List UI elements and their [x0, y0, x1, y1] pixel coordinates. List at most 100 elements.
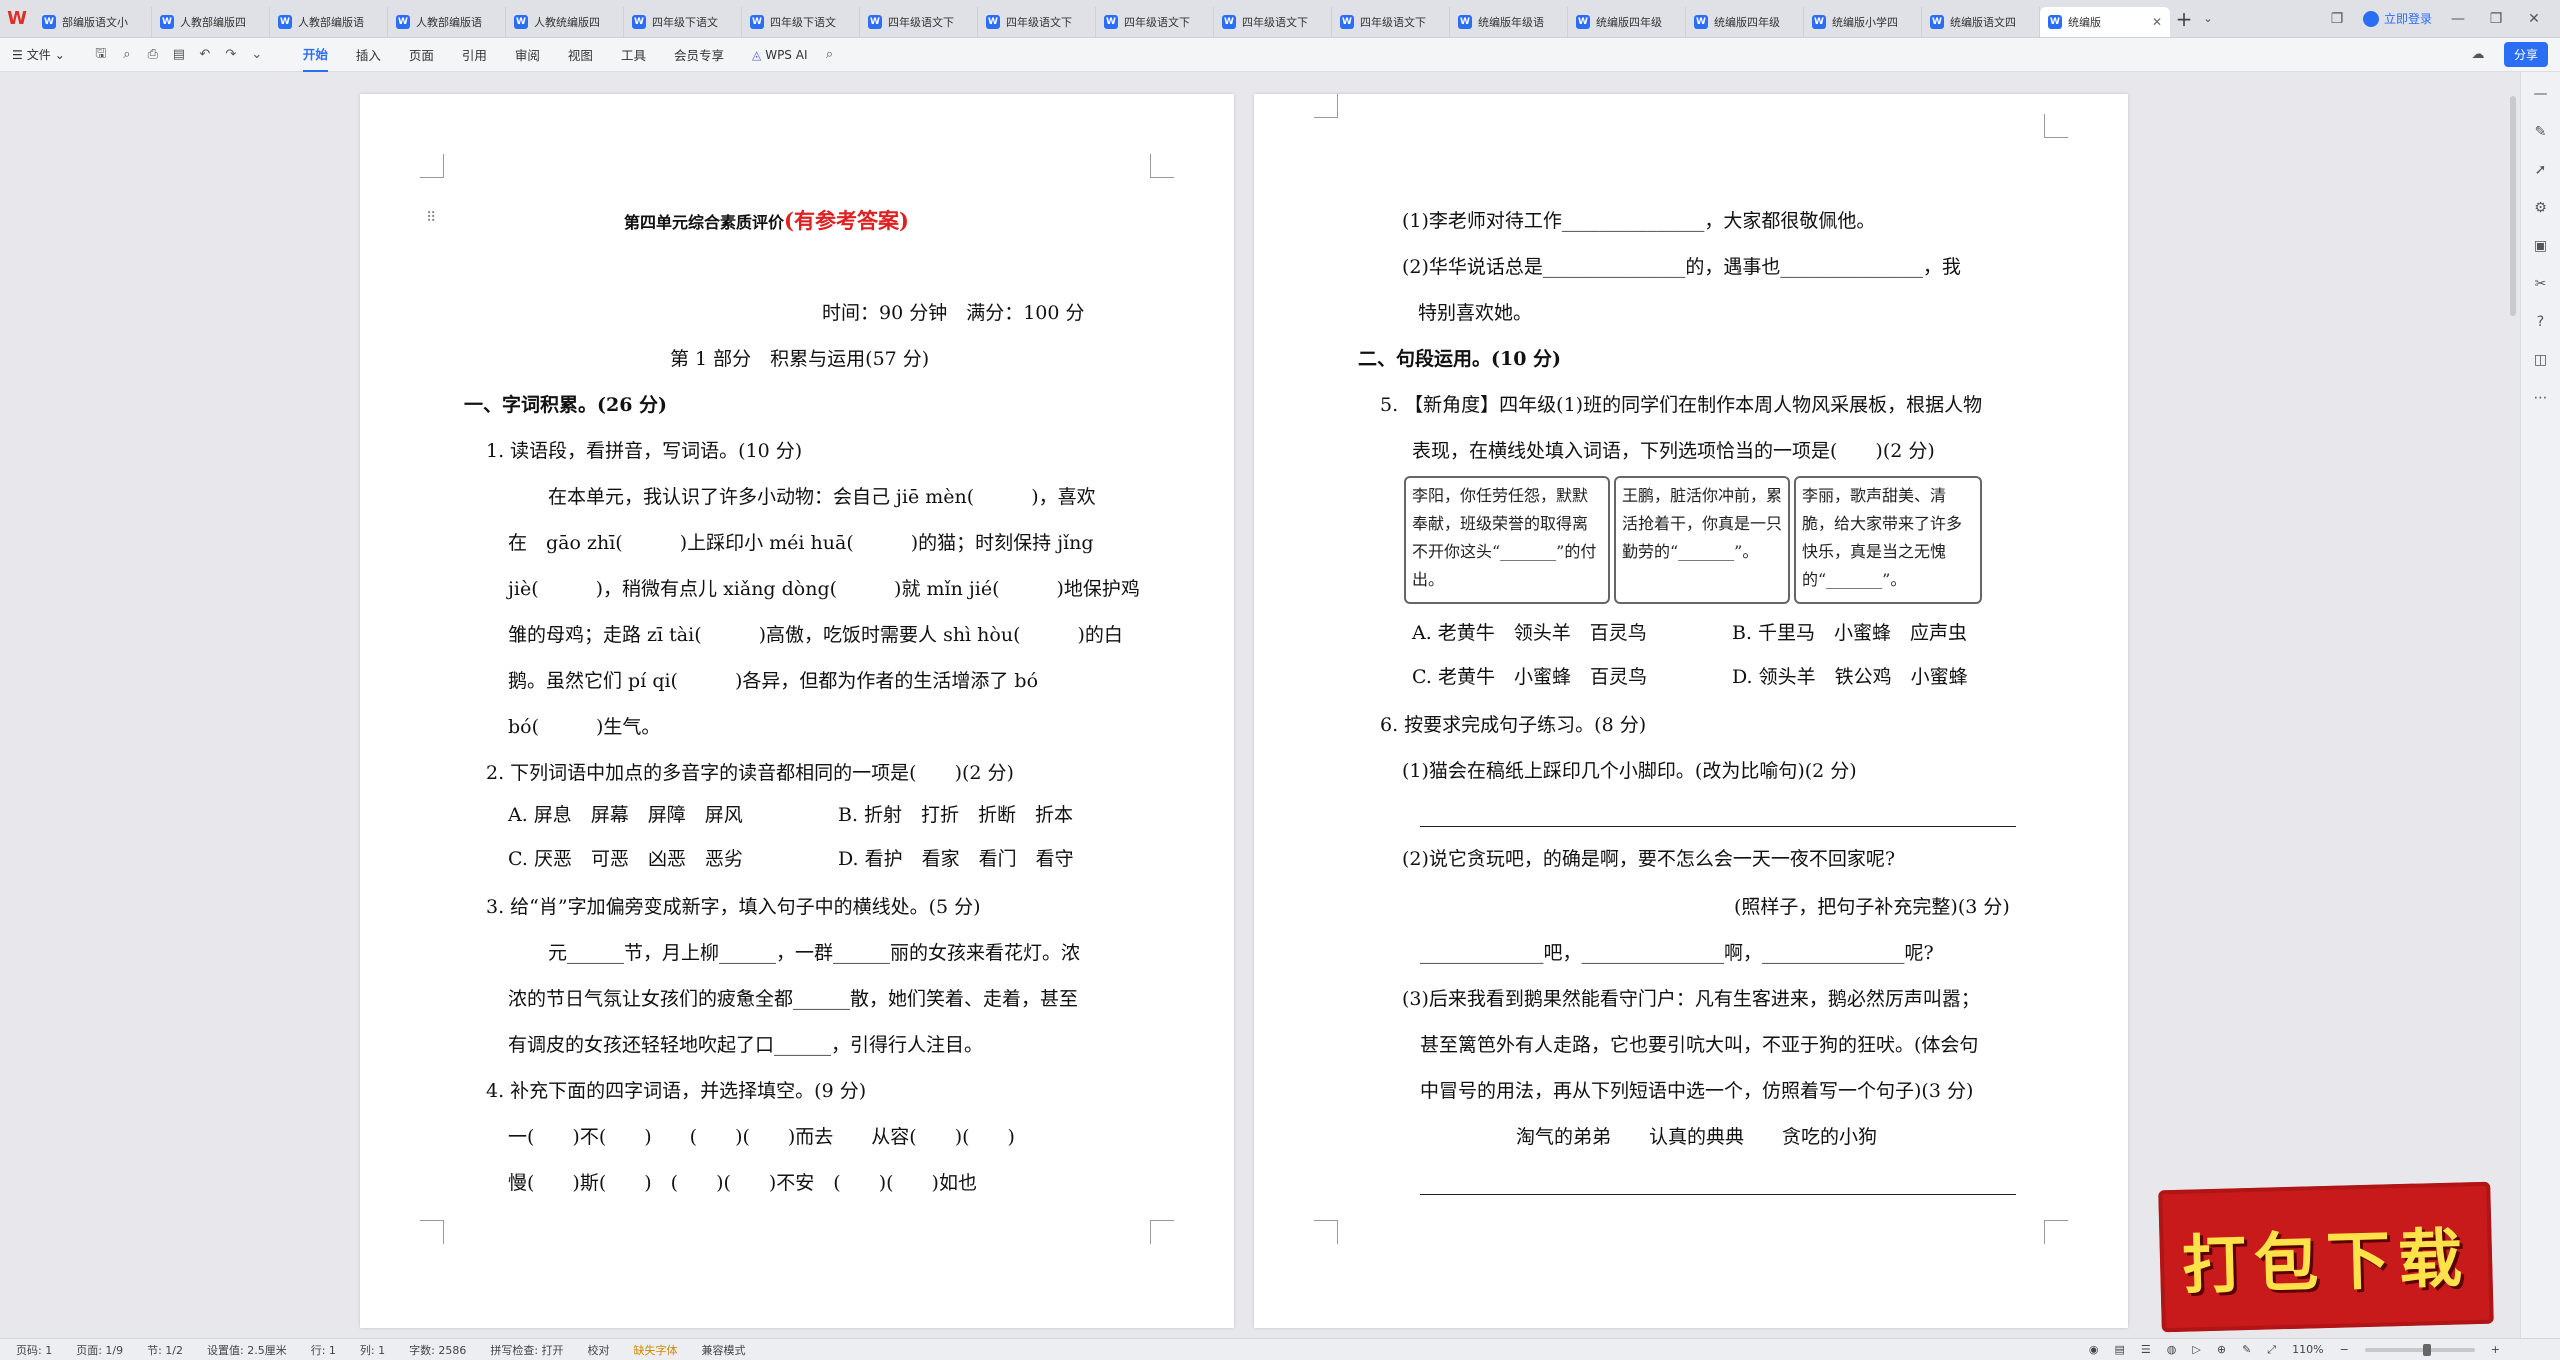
- section-heading: 二、句段运用。(10 分): [1358, 348, 1562, 370]
- ribbon-tab[interactable]: 工具: [621, 38, 646, 72]
- crop-icon[interactable]: ▣: [2534, 238, 2547, 254]
- outline-view-icon[interactable]: ☰: [2141, 1343, 2151, 1356]
- word-doc-icon: W: [1694, 14, 1708, 29]
- zoom-level[interactable]: 110%: [2292, 1343, 2323, 1356]
- chevron-down-icon[interactable]: ⌄: [2198, 12, 2218, 25]
- drag-handle-icon[interactable]: ⠿: [426, 210, 436, 226]
- eye-icon[interactable]: ◉: [2089, 1343, 2099, 1356]
- document-tab[interactable]: W 四年级下语文: [742, 6, 860, 37]
- document-tab[interactable]: W 人教部编版语: [388, 6, 506, 37]
- zoom-slider[interactable]: [2364, 1343, 2475, 1356]
- document-tab[interactable]: W 统编版四年级: [1686, 6, 1804, 37]
- wps-ai-button[interactable]: ◬ WPS AI: [752, 48, 808, 62]
- margin-corner: [1150, 1220, 1174, 1244]
- ai-icon: ◬: [751, 47, 762, 62]
- file-menu[interactable]: ☰ 文件 ⌄: [12, 46, 65, 63]
- word-doc-icon: W: [514, 14, 528, 29]
- adjust-icon[interactable]: ⚙: [2534, 200, 2547, 216]
- status-setting[interactable]: 设置值: 2.5厘米: [207, 1342, 287, 1358]
- document-tab[interactable]: W 人教统编版四: [506, 6, 624, 37]
- close-window-icon[interactable]: ✕: [2522, 11, 2546, 27]
- ribbon-tab[interactable]: 引用: [462, 38, 487, 72]
- status-proof[interactable]: 校对: [588, 1342, 610, 1358]
- status-section[interactable]: 节: 1/2: [147, 1342, 183, 1358]
- status-pages[interactable]: 页面: 1/9: [76, 1342, 123, 1358]
- print-preview-icon[interactable]: ▤: [169, 47, 189, 62]
- option-c: C. 老黄牛 小蜜蜂 百灵鸟: [1412, 666, 1647, 688]
- cloud-icon[interactable]: ☁: [2468, 47, 2488, 62]
- document-tab[interactable]: W 统编版 ✕: [2040, 6, 2170, 37]
- save-icon[interactable]: 🖫: [91, 44, 111, 66]
- redo-icon[interactable]: ↷: [221, 47, 241, 62]
- document-tab[interactable]: W 四年级语文下: [1214, 6, 1332, 37]
- document-page-1[interactable]: ⠿ 第四单元综合素质评价(有参考答案) 时间：90 分钟 满分：100 分 第 …: [360, 94, 1234, 1328]
- print-icon[interactable]: ⎙: [143, 47, 163, 62]
- pen-icon[interactable]: ✎: [2535, 124, 2547, 140]
- close-tab-icon[interactable]: ✕: [2152, 15, 2162, 29]
- document-tab[interactable]: W 统编版小学四: [1804, 6, 1922, 37]
- status-page-num[interactable]: 页码: 1: [16, 1342, 52, 1358]
- minimize-icon[interactable]: —: [2446, 11, 2470, 27]
- wps-logo-icon[interactable]: W: [0, 0, 34, 38]
- document-tab[interactable]: W 统编版四年级: [1568, 6, 1686, 37]
- word-doc-icon: W: [1104, 14, 1118, 29]
- ribbon-tab[interactable]: 插入: [356, 38, 381, 72]
- question-5-cont: 表现，在横线处填入词语，下列选项恰当的一项是( )(2 分): [1412, 440, 1935, 462]
- document-tab[interactable]: W 统编版年级语: [1450, 6, 1568, 37]
- download-badge[interactable]: 打包下载: [2158, 1181, 2494, 1333]
- new-tab-icon[interactable]: +: [2170, 7, 2198, 31]
- play-icon[interactable]: ▷: [2192, 1343, 2200, 1356]
- document-tab[interactable]: W 统编版语文四: [1922, 6, 2040, 37]
- document-tab[interactable]: W 四年级语文下: [1332, 6, 1450, 37]
- paragraph-line: 有调皮的女孩还轻轻地吹起了口______，引得行人注目。: [508, 1034, 984, 1056]
- tab-label: 部编版语文小: [62, 15, 128, 29]
- zoom-in-icon[interactable]: +: [2491, 1343, 2500, 1356]
- answer-blanks: _____________吧，_______________啊，________…: [1420, 942, 1934, 964]
- zoom-out-icon[interactable]: −: [2340, 1343, 2349, 1356]
- restore-window-icon[interactable]: ❐: [2325, 11, 2349, 27]
- paragraph-line: bó( )生气。: [508, 716, 661, 738]
- undo-icon[interactable]: ↶: [195, 47, 215, 62]
- pen-icon[interactable]: ✎: [2242, 1343, 2251, 1356]
- globe-icon[interactable]: ⊕: [2217, 1343, 2226, 1356]
- fit-icon[interactable]: ⤢: [2267, 1343, 2276, 1357]
- collapse-icon[interactable]: —: [2534, 86, 2548, 102]
- select-icon[interactable]: ➚: [2535, 162, 2547, 178]
- help-icon[interactable]: ?: [2537, 314, 2544, 330]
- tab-label: 统编版年级语: [1478, 15, 1544, 29]
- question-6-3-cont: 中冒号的用法，再从下列短语中选一个，仿照着写一个句子)(3 分): [1420, 1080, 1974, 1102]
- tab-label: 人教统编版四: [534, 15, 600, 29]
- web-view-icon[interactable]: ◍: [2167, 1343, 2177, 1356]
- document-tab[interactable]: W 部编版语文小: [34, 6, 152, 37]
- document-tab[interactable]: W 四年级语文下: [1096, 6, 1214, 37]
- maximize-icon[interactable]: ❐: [2484, 11, 2508, 27]
- ribbon-tab[interactable]: 审阅: [515, 38, 540, 72]
- word-doc-icon: W: [1222, 14, 1236, 29]
- document-tab[interactable]: W 人教部编版语: [270, 6, 388, 37]
- ribbon-tab[interactable]: 会员专享: [674, 38, 724, 72]
- search-doc-icon[interactable]: ⌕: [117, 47, 137, 62]
- tools-icon[interactable]: ✂: [2535, 276, 2547, 292]
- page-view-icon[interactable]: ▤: [2115, 1343, 2125, 1356]
- answer-line: [1420, 826, 2016, 827]
- status-spell[interactable]: 拼写检查: 打开: [490, 1342, 563, 1358]
- document-tab[interactable]: W 四年级语文下: [860, 6, 978, 37]
- more-icon[interactable]: ⋯: [2534, 390, 2548, 406]
- status-words[interactable]: 字数: 2586: [409, 1342, 466, 1358]
- ribbon-tab[interactable]: 视图: [568, 38, 593, 72]
- status-missing-font[interactable]: 缺失字体: [634, 1342, 678, 1358]
- more-icon[interactable]: ⌄: [247, 47, 267, 62]
- document-tab[interactable]: W 四年级语文下: [978, 6, 1096, 37]
- document-tab[interactable]: W 四年级下语文: [624, 6, 742, 37]
- margin-corner: [2044, 1220, 2068, 1244]
- vertical-scrollbar[interactable]: [2510, 96, 2516, 316]
- login-button[interactable]: 立即登录: [2362, 10, 2432, 27]
- document-tab[interactable]: W 人教部编版四: [152, 6, 270, 37]
- ribbon-tab[interactable]: 页面: [409, 38, 434, 72]
- document-page-2[interactable]: (1)李老师对待工作_______________，大家都很敬佩他。 (2)华华…: [1254, 94, 2128, 1328]
- word-doc-icon: W: [632, 14, 646, 29]
- store-icon[interactable]: ◫: [2534, 352, 2547, 368]
- share-button[interactable]: 分享: [2503, 42, 2548, 67]
- ribbon-tab[interactable]: 开始: [302, 38, 328, 72]
- search-icon[interactable]: ⌕: [819, 47, 839, 62]
